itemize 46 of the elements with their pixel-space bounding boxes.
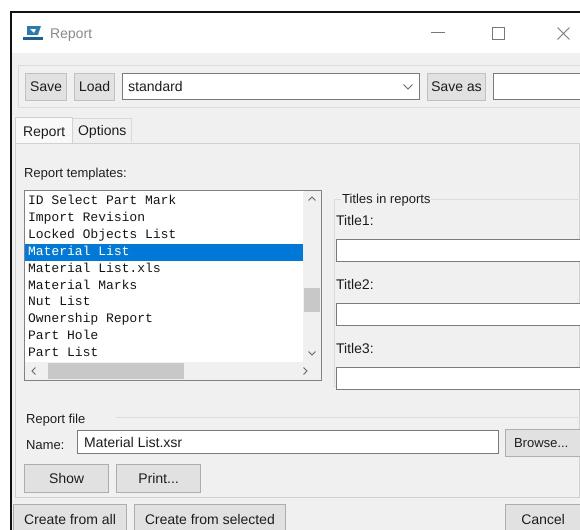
scroll-left-icon[interactable] [31, 367, 36, 375]
list-label: Report templates: [24, 164, 127, 182]
title-field[interactable] [336, 239, 580, 262]
field-label: Title3: [336, 339, 375, 357]
field-label: Title2: [336, 275, 375, 293]
create-selected-button[interactable]: Create from selected [134, 504, 286, 530]
app-icon [22, 25, 44, 41]
preset-dropdown[interactable]: standard [122, 73, 420, 100]
scrollbar-thumb[interactable] [304, 288, 320, 312]
list-item[interactable]: Ownership Report [25, 311, 303, 328]
field-label: Title1: [336, 211, 375, 229]
title-field[interactable] [336, 367, 580, 390]
tab[interactable]: Options [73, 118, 132, 142]
vertical-scrollbar[interactable] [303, 191, 321, 363]
scroll-right-icon[interactable] [303, 367, 308, 375]
list-item[interactable]: Part List [25, 345, 303, 362]
load-button[interactable]: Load [74, 72, 116, 100]
horizontal-scrollbar[interactable] [25, 362, 321, 380]
list-item[interactable]: Nut List [25, 294, 303, 312]
file-name-field[interactable]: Material List.xsr [77, 430, 499, 454]
chevron-down-icon [403, 84, 414, 90]
window-title: Report [50, 24, 92, 43]
show-button[interactable]: Show [24, 464, 109, 493]
cancel-button[interactable]: Cancel [505, 504, 580, 530]
minimize-icon[interactable] [431, 32, 445, 34]
print-button[interactable]: Print... [116, 464, 201, 493]
scroll-up-icon[interactable] [308, 196, 316, 201]
list-item[interactable]: Material Marks [25, 278, 303, 294]
save-button[interactable]: Save [25, 72, 67, 100]
create-all-button[interactable]: Create from all [13, 504, 127, 530]
list-item[interactable]: Material List [25, 244, 303, 261]
browse-button[interactable]: Browse... [505, 429, 580, 457]
scrollbar-thumb[interactable] [48, 363, 184, 379]
list-item[interactable]: Import Revision [25, 210, 303, 227]
save-as-field[interactable] [492, 73, 580, 100]
list-item[interactable]: ID Select Part Mark [25, 193, 303, 210]
maximize-icon[interactable] [492, 26, 505, 40]
close-icon[interactable] [557, 26, 570, 40]
list-item[interactable]: Material List.xls [25, 260, 303, 278]
list-item[interactable]: Locked Objects List [25, 226, 303, 244]
save-as-button[interactable]: Save as [427, 72, 486, 100]
title-field[interactable] [336, 303, 580, 326]
list-item[interactable]: Part Hole [25, 328, 303, 346]
scroll-down-icon[interactable] [308, 351, 316, 356]
field-label: Name: [26, 436, 64, 454]
tab[interactable]: Report [15, 117, 74, 144]
